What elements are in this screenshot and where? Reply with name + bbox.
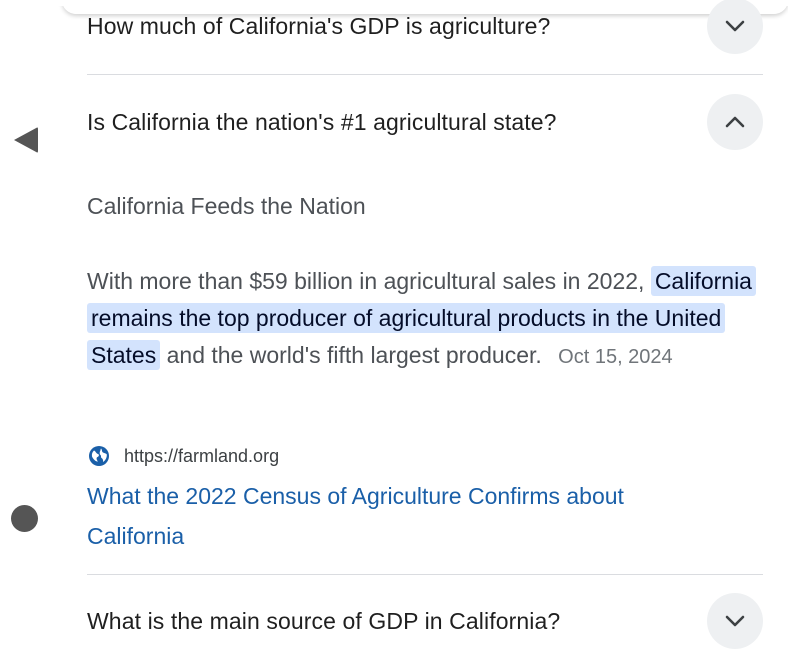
faq-question: What is the main source of GDP in Califo…	[87, 607, 561, 634]
system-nav-bar	[0, 0, 60, 661]
expand-button[interactable]	[707, 593, 763, 649]
answer-prefix: With more than $59 billion in agricultur…	[87, 268, 645, 294]
globe-icon	[89, 446, 109, 466]
collapse-button[interactable]	[707, 94, 763, 150]
answer-date: Oct 15, 2024	[558, 346, 673, 368]
answer-suffix: and the world's fifth largest producer.	[166, 342, 542, 368]
expand-button[interactable]	[707, 0, 763, 54]
back-triangle-icon[interactable]	[14, 127, 38, 153]
faq-item-number-one-state[interactable]: Is California the nation's #1 agricultur…	[87, 94, 763, 150]
chevron-down-icon	[725, 20, 745, 32]
answer-snippet: With more than $59 billion in agricultur…	[87, 263, 759, 376]
chevron-down-icon	[725, 615, 745, 627]
chevron-up-icon	[725, 116, 745, 128]
page: How much of California's GDP is agricult…	[0, 0, 788, 661]
answer-heading: California Feeds the Nation	[87, 193, 366, 219]
faq-question: How much of California's GDP is agricult…	[87, 12, 551, 39]
faq-item-gdp-agriculture[interactable]: How much of California's GDP is agricult…	[87, 0, 763, 54]
source-url: https://farmland.org	[124, 445, 280, 466]
source-attribution[interactable]: https://farmland.org	[87, 444, 279, 468]
faq-item-main-gdp-source[interactable]: What is the main source of GDP in Califo…	[87, 593, 763, 649]
home-circle-icon[interactable]	[11, 505, 38, 532]
source-title-link[interactable]: What the 2022 Census of Agriculture Conf…	[87, 476, 727, 556]
divider	[87, 574, 763, 575]
divider	[87, 74, 763, 75]
faq-question: Is California the nation's #1 agricultur…	[87, 108, 557, 135]
